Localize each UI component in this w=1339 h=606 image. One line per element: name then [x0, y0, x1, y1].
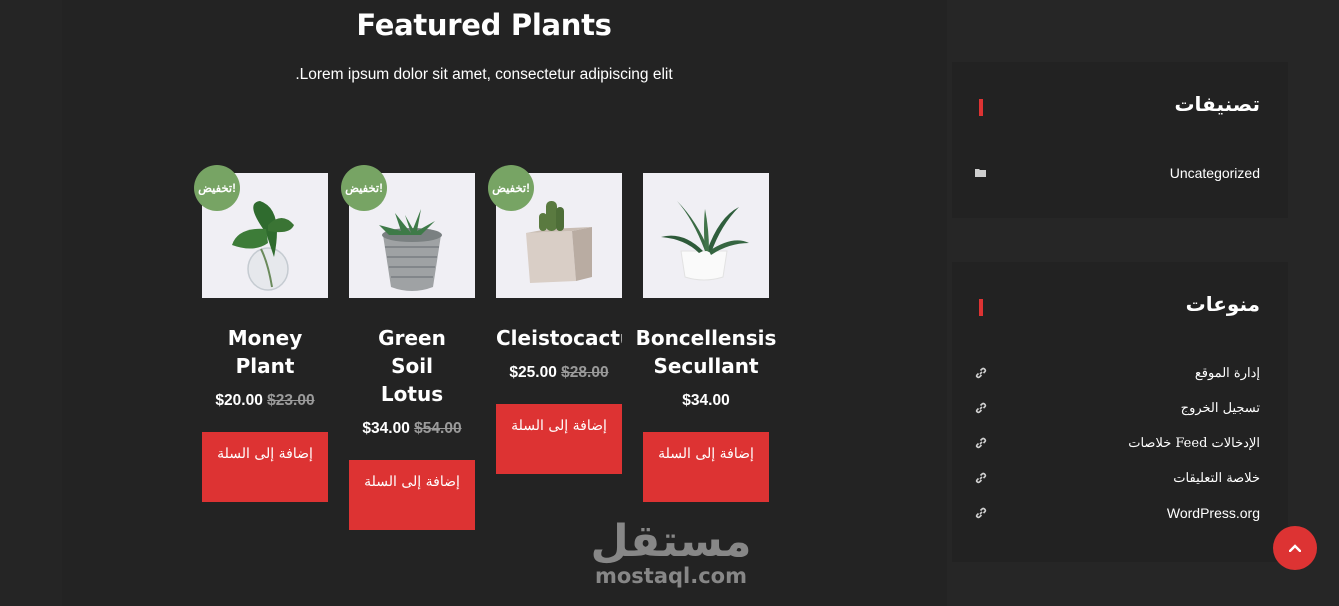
product-price: $34.00 $54.00 — [349, 420, 475, 438]
product-card: تخفيض! Green Soil Lotus $34.00 $54.00 إض… — [341, 165, 475, 530]
product-price: $25.00 $28.00 — [496, 364, 622, 382]
link-icon — [974, 471, 988, 485]
meta-widget: منوعات إدارة الموقع تسجيل الخروج خلاصات … — [952, 262, 1288, 562]
watermark-arabic: مستقل — [590, 516, 753, 567]
meta-item[interactable]: خلاصات Feed الإدخالات — [974, 433, 1260, 453]
old-price: $28.00 — [561, 364, 609, 381]
meta-item[interactable]: إدارة الموقع — [974, 363, 1260, 383]
link-icon — [974, 366, 988, 380]
section-title: Featured Plants — [356, 8, 612, 42]
current-price: $20.00 — [215, 392, 263, 409]
product-name[interactable]: Boncellensis Secullant — [623, 324, 789, 380]
sale-badge: تخفيض! — [488, 165, 534, 211]
categories-widget: تصنيفات Uncategorized — [952, 62, 1288, 218]
scroll-to-top-button[interactable] — [1273, 526, 1317, 570]
link-icon — [974, 436, 988, 450]
widget-accent-bar — [979, 299, 983, 316]
current-price: $25.00 — [509, 364, 557, 381]
old-price: $23.00 — [267, 392, 315, 409]
category-link[interactable]: Uncategorized — [1170, 165, 1260, 181]
product-card: Boncellensis Secullant $34.00 إضافة إلى … — [636, 173, 776, 502]
current-price: $34.00 — [682, 392, 730, 409]
add-to-cart-button[interactable]: إضافة إلى السلة — [496, 404, 622, 474]
current-price: $34.00 — [362, 420, 410, 437]
category-item[interactable]: Uncategorized — [974, 163, 1260, 183]
add-to-cart-button[interactable]: إضافة إلى السلة — [202, 432, 328, 502]
product-price: $34.00 — [643, 392, 769, 410]
sale-badge: تخفيض! — [341, 165, 387, 211]
widget-accent-bar — [979, 99, 983, 116]
product-name[interactable]: Money Plant — [202, 324, 328, 380]
chevron-up-icon — [1288, 539, 1302, 557]
watermark-latin: mostaql.com — [595, 564, 747, 588]
meta-item[interactable]: خلاصة التعليقات — [974, 468, 1260, 488]
product-card: تخفيض! Money Plant $20.00 $23.00 إضافة إ… — [194, 165, 328, 502]
old-price: $54.00 — [414, 420, 462, 437]
product-name[interactable]: Green Soil Lotus — [349, 324, 475, 408]
link-icon — [974, 401, 988, 415]
meta-link[interactable]: خلاصات Feed الإدخالات — [1128, 436, 1260, 451]
meta-item[interactable]: تسجيل الخروج — [974, 398, 1260, 418]
meta-link[interactable]: WordPress.org — [1167, 505, 1260, 521]
product-image[interactable] — [643, 173, 769, 298]
add-to-cart-button[interactable]: إضافة إلى السلة — [349, 460, 475, 530]
widget-title: تصنيفات — [1174, 92, 1260, 116]
meta-link[interactable]: إدارة الموقع — [1195, 366, 1260, 381]
meta-item[interactable]: WordPress.org — [974, 503, 1260, 523]
product-card: تخفيض! Cleistocactus $25.00 $28.00 إضافة… — [488, 165, 622, 474]
folder-icon — [974, 166, 988, 180]
add-to-cart-button[interactable]: إضافة إلى السلة — [643, 432, 769, 502]
widget-title: منوعات — [1185, 292, 1260, 316]
meta-link[interactable]: تسجيل الخروج — [1181, 401, 1260, 416]
mostaql-watermark: مستقل mostaql.com — [588, 516, 754, 594]
product-name[interactable]: Cleistocactus — [496, 324, 622, 352]
meta-link[interactable]: خلاصة التعليقات — [1173, 471, 1260, 486]
product-price: $20.00 $23.00 — [202, 392, 328, 410]
section-subtitle: .Lorem ipsum dolor sit amet, consectetur… — [295, 66, 673, 83]
sale-badge: تخفيض! — [194, 165, 240, 211]
link-icon — [974, 506, 988, 520]
